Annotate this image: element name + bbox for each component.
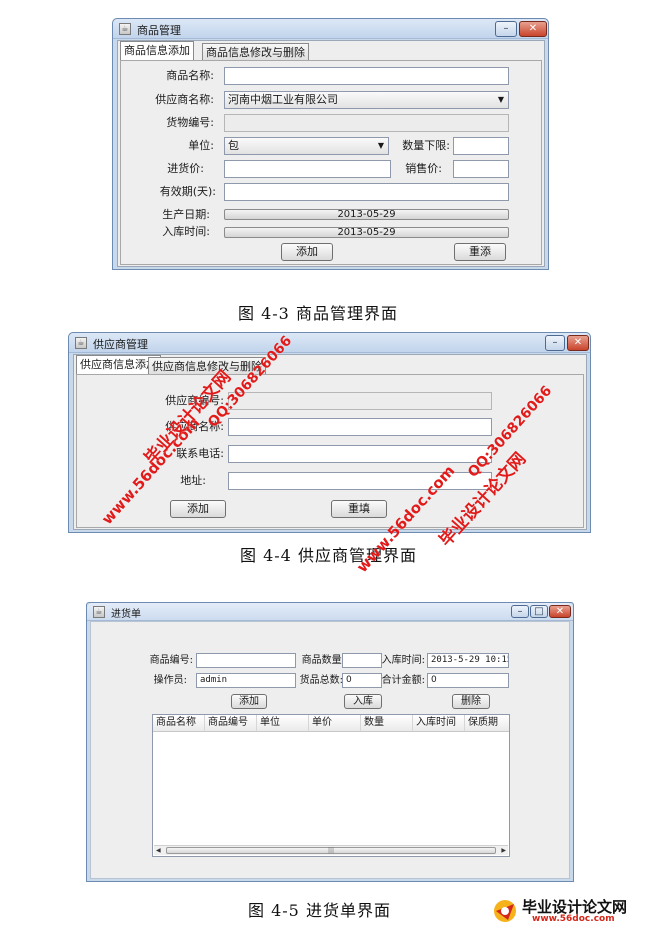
goods-name-field[interactable]	[224, 67, 509, 85]
goods-no-field[interactable]	[196, 653, 296, 668]
in-time-field: 2013-5-29 10:15:56	[427, 653, 509, 668]
minimize-icon[interactable]: –	[545, 335, 565, 351]
window-title: 商品管理	[137, 24, 181, 37]
in-time-value: 2013-5-29 10:15:56	[431, 655, 508, 665]
title-bar[interactable]: ☕ 商品管理 – ✕	[113, 19, 548, 39]
maximize-icon[interactable]: □	[530, 605, 548, 618]
operator-label: 操作员:	[153, 675, 187, 686]
supplier-name-field[interactable]	[228, 418, 492, 436]
add-button[interactable]: 添加	[170, 500, 226, 518]
goods-qty-label: 商品数量:	[301, 655, 345, 666]
content-area: 商品编号: 商品数量: 入库时间: 2013-5-29 10:15:56 操作员…	[90, 621, 570, 879]
scroll-right-icon[interactable]: ▶	[501, 846, 506, 855]
close-icon[interactable]: ✕	[549, 605, 571, 618]
min-qty-field[interactable]	[453, 137, 509, 155]
sell-price-field[interactable]	[453, 160, 509, 178]
supplier-select[interactable]: 河南中烟工业有限公司 ▼	[224, 91, 509, 109]
shelf-life-label: 有效期(天):	[159, 185, 216, 198]
delete-button[interactable]: 删除	[452, 694, 490, 709]
goods-no-label: 商品编号:	[149, 655, 193, 666]
total-amount-label: 合计金额:	[381, 675, 425, 686]
shelf-life-field[interactable]	[224, 183, 509, 201]
tab-label: 供应商信息修改与删除	[152, 360, 262, 373]
goods-management-window: ☕ 商品管理 – ✕ 商品信息添加 商品信息修改与删除 商品名称: 供应商名称:…	[112, 18, 549, 270]
minimize-icon[interactable]: –	[495, 21, 517, 37]
reset-button[interactable]: 重添	[454, 243, 506, 261]
goods-code-label: 货物编号:	[166, 116, 214, 129]
total-amount-value: 0	[431, 675, 437, 685]
in-time-picker[interactable]: 2013-05-29	[224, 227, 509, 238]
min-qty-label: 数量下限:	[402, 139, 450, 152]
goods-code-field	[224, 114, 509, 132]
column-header[interactable]: 单价	[309, 715, 361, 731]
column-header[interactable]: 入库时间	[413, 715, 465, 731]
logo-emblem-icon	[494, 900, 516, 922]
dropdown-arrow-icon: ▼	[377, 141, 384, 150]
column-header[interactable]: 商品编号	[205, 715, 257, 731]
goods-name-label: 商品名称:	[166, 69, 214, 82]
table-header: 商品名称 商品编号 单位 单价 数量 入库时间 保质期	[153, 715, 509, 732]
goods-total-field: 0	[342, 673, 382, 688]
supplier-label: 供应商名称:	[155, 93, 214, 106]
operator-value: admin	[200, 675, 228, 685]
in-time-label: 入库时间:	[381, 655, 425, 666]
title-bar[interactable]: ☕ 进货单 – □ ✕	[87, 603, 573, 621]
purchase-order-window: ☕ 进货单 – □ ✕ 商品编号: 商品数量: 入库时间: 2013-5-29 …	[86, 602, 574, 882]
buy-price-label: 进货价:	[167, 162, 204, 175]
dropdown-arrow-icon: ▼	[497, 95, 504, 104]
column-header[interactable]: 保质期	[465, 715, 509, 731]
refill-button[interactable]: 重填	[331, 500, 387, 518]
horizontal-scrollbar[interactable]: ◀ ||| ▶	[154, 845, 508, 855]
close-icon[interactable]: ✕	[567, 335, 589, 351]
add-button[interactable]: 添加	[231, 694, 267, 709]
prod-date-label: 生产日期:	[162, 208, 210, 221]
stock-in-button[interactable]: 入库	[344, 694, 382, 709]
prod-date-picker[interactable]: 2013-05-29	[224, 209, 509, 220]
window-title: 供应商管理	[93, 338, 148, 351]
unit-label: 单位:	[188, 139, 214, 152]
tab-label: 商品信息修改与删除	[206, 46, 305, 59]
total-amount-field: 0	[427, 673, 509, 688]
scroll-thumb[interactable]: |||	[166, 847, 496, 854]
supplier-value: 河南中烟工业有限公司	[228, 93, 338, 106]
sell-price-label: 销售价:	[405, 162, 442, 175]
operator-field: admin	[196, 673, 296, 688]
tab-goods-edit[interactable]: 商品信息修改与删除	[202, 43, 309, 61]
add-button[interactable]: 添加	[281, 243, 333, 261]
title-bar[interactable]: ☕ 供应商管理 – ✕	[69, 333, 590, 353]
figure-caption-4-3: 图 4-3 商品管理界面	[238, 304, 398, 323]
window-title: 进货单	[111, 609, 141, 620]
scroll-left-icon[interactable]: ◀	[156, 846, 161, 855]
goods-total-value: 0	[346, 675, 352, 685]
site-logo: 毕业设计论文网 www.56doc.com	[492, 896, 648, 926]
purchase-table[interactable]: 商品名称 商品编号 单位 单价 数量 入库时间 保质期 ◀ ||| ▶	[152, 714, 510, 857]
unit-select[interactable]: 包 ▼	[224, 137, 389, 155]
java-app-icon: ☕	[119, 23, 131, 35]
logo-url: www.56doc.com	[532, 914, 615, 924]
column-header[interactable]: 商品名称	[153, 715, 205, 731]
goods-total-label: 货品总数:	[299, 675, 343, 686]
column-header[interactable]: 单位	[257, 715, 309, 731]
supplier-no-field	[228, 392, 492, 410]
figure-caption-4-5: 图 4-5 进货单界面	[248, 901, 391, 920]
in-time-label: 入库时间:	[162, 225, 210, 238]
tab-goods-add[interactable]: 商品信息添加	[120, 41, 194, 61]
content-area: 商品信息添加 商品信息修改与删除 商品名称: 供应商名称: 河南中烟工业有限公司…	[117, 40, 545, 267]
tab-label: 供应商信息添加	[80, 358, 157, 371]
java-app-icon: ☕	[93, 606, 105, 618]
column-header[interactable]: 数量	[361, 715, 413, 731]
tab-label: 商品信息添加	[124, 44, 190, 57]
phone-field[interactable]	[228, 445, 492, 463]
buy-price-field[interactable]	[224, 160, 391, 178]
goods-qty-field[interactable]	[342, 653, 382, 668]
close-icon[interactable]: ✕	[519, 21, 547, 37]
minimize-icon[interactable]: –	[511, 605, 529, 618]
java-app-icon: ☕	[75, 337, 87, 349]
unit-value: 包	[228, 139, 239, 152]
